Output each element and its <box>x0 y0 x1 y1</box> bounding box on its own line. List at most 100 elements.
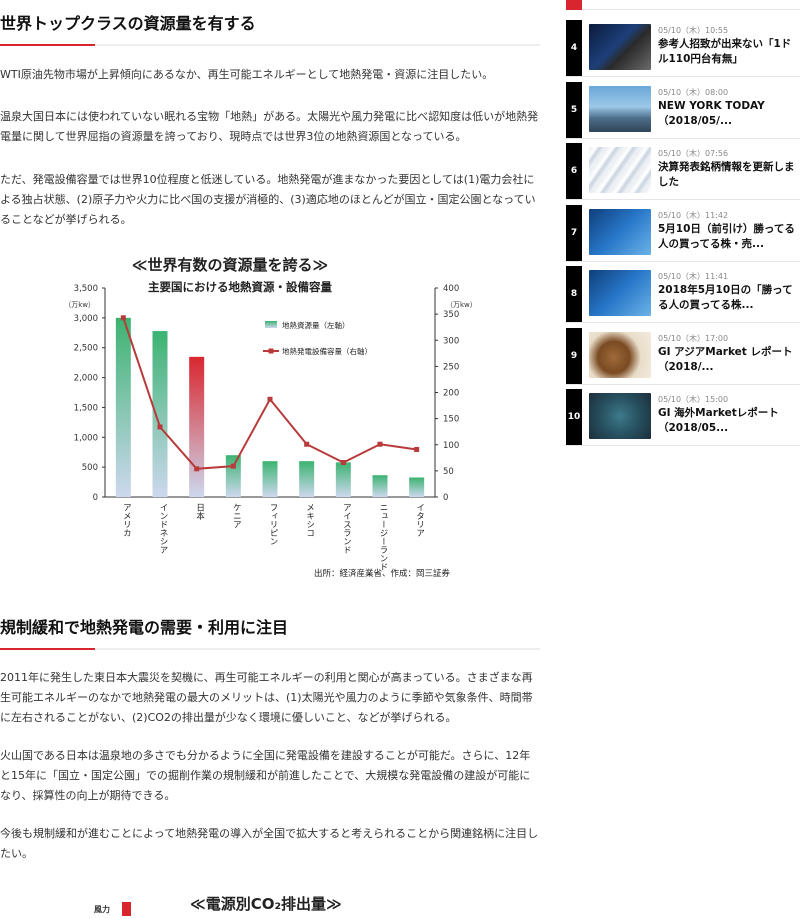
capacity-point-2 <box>194 466 200 472</box>
article-thumbnail[interactable] <box>589 393 651 439</box>
right-tick-label: 400 <box>443 284 459 294</box>
left-tick-label: 1,500 <box>74 403 98 413</box>
rank-number: 6 <box>566 143 582 199</box>
rank-number: 5 <box>566 81 582 138</box>
legend-label-capacity: 地熱発電設備容量（右軸） <box>282 346 372 356</box>
bar-2 <box>189 356 205 497</box>
bar-6 <box>335 462 351 497</box>
paragraph-earthquake: 2011年に発生した東日本大震災を契機に、再生可能エネルギーの利用と関心が高まっ… <box>0 671 533 724</box>
rank-title-link[interactable]: NEW YORK TODAY（2018/05/... <box>658 99 798 129</box>
bar-7 <box>372 475 388 497</box>
rank-date: 05/10（木）08:00 <box>658 87 729 97</box>
paragraph-outlook: 今後も規制緩和が進むことによって地熱発電の導入が全国で拡大すると考えられることか… <box>0 827 539 860</box>
right-tick-label: 150 <box>443 415 459 425</box>
left-tick-label: 2,500 <box>74 344 98 354</box>
right-tick-label: 0 <box>443 493 448 503</box>
capacity-point-6 <box>340 460 346 466</box>
right-tick-label: 350 <box>443 310 459 320</box>
bar-0 <box>115 317 131 497</box>
section-heading-resources: 世界トップクラスの資源量を有する <box>0 14 256 33</box>
rank-title-link[interactable]: 5月10日（前引け）勝ってる人の買ってる株・売... <box>658 222 798 252</box>
rank-date: 05/10（木）07:56 <box>658 149 729 158</box>
capacity-point-1 <box>157 424 163 430</box>
category-label: メキシコ <box>305 503 315 537</box>
legend-label-resource: 地熱資源量（左軸） <box>282 320 350 330</box>
rank-date: 05/10（木）11:42 <box>658 210 729 220</box>
left-tick-label: 2,000 <box>74 374 98 384</box>
heading-underline <box>0 44 540 46</box>
rank-title-link[interactable]: GI 海外Marketレポート（2018/05... <box>658 406 798 436</box>
rank-number: 9 <box>566 327 582 384</box>
category-label: ケニア <box>231 503 241 529</box>
bar-3 <box>225 455 241 497</box>
rank-date: 05/10（木）17:00 <box>658 333 729 343</box>
category-label: ニュージーランド <box>378 503 388 571</box>
left-tick-label: 3,000 <box>74 314 98 324</box>
paragraph-geothermal-treasure: 温泉大国日本には使われていない眠れる宝物「地熱」がある。太陽光や風力発電に比べ認… <box>0 110 539 143</box>
left-tick-label: 0 <box>93 493 98 503</box>
bar-4 <box>262 461 278 497</box>
legend-marker-capacity <box>268 348 274 354</box>
article-thumbnail[interactable] <box>589 270 651 316</box>
capacity-point-7 <box>377 441 383 447</box>
ranking-item[interactable]: 6 05/10（木）07:56 決算発表銘柄情報を更新しました <box>566 143 800 200</box>
rank-number: 7 <box>566 204 582 261</box>
next-figure-bar <box>122 902 131 916</box>
rank-number: 10 <box>566 389 582 445</box>
capacity-point-4 <box>267 396 273 402</box>
right-tick-label: 300 <box>443 336 459 346</box>
figure-title: ≪世界有数の資源量を誇る≫ <box>132 256 328 274</box>
rank-title-link[interactable]: 参考人招致が出来ない「1ドル110円台有無」 <box>658 37 798 67</box>
paragraph-wti: WTI原油先物市場が上昇傾向にあるなか、再生可能エネルギーとして地熱発電・資源に… <box>0 68 494 81</box>
left-tick-label: 1,000 <box>74 433 98 443</box>
article-thumbnail[interactable] <box>589 331 651 378</box>
right-axis-unit: （万kw） <box>446 301 477 309</box>
category-label: 日本 <box>195 503 205 521</box>
article-thumbnail[interactable] <box>589 85 651 132</box>
rank-title-link[interactable]: 決算発表銘柄情報を更新しました <box>658 160 798 190</box>
bar-8 <box>409 477 425 497</box>
article-thumbnail[interactable] <box>589 24 651 70</box>
legend-swatch-resource <box>265 321 277 328</box>
ranking-item[interactable]: 7 05/10（木）11:42 5月10日（前引け）勝ってる人の買ってる株・売... <box>566 204 800 262</box>
chart-source: 出所：経済産業省、作成：岡三証券 <box>314 568 451 579</box>
rank-title-link[interactable]: GI アジアMarket レポート（2018/... <box>658 345 798 375</box>
ranking-item[interactable]: 9 05/10（木）17:00 GI アジアMarket レポート（2018/... <box>566 327 800 385</box>
rank-date: 05/10（木）15:00 <box>658 395 729 404</box>
geothermal-chart: ≪世界有数の資源量を誇る≫ 主要国における地熱資源・設備容量 （万kw） （万kw） 0… <box>60 250 480 585</box>
right-tick-label: 100 <box>443 441 459 451</box>
rank-date: 05/10（木）11:41 <box>658 272 729 281</box>
category-label: アメリカ <box>121 503 131 537</box>
paragraph-capacity-low: ただ、発電設備容量では世界10位程度と低迷している。地熱発電が進まなかった要因と… <box>0 173 536 226</box>
next-figure-title: ≪電源別CO₂排出量≫ <box>190 895 342 913</box>
ranking-item[interactable]: 4 05/10（木）10:55 参考人招致が出来ない「1ドル110円台有無」 <box>566 20 800 77</box>
capacity-point-5 <box>304 441 310 447</box>
ranking-item[interactable]: 8 05/10（木）11:41 2018年5月10日の「勝ってる人の買ってる株... <box>566 266 800 323</box>
bar-5 <box>299 461 315 497</box>
chart-svg: ≪世界有数の資源量を誇る≫ 主要国における地熱資源・設備容量 （万kw） （万kw） 0… <box>64 256 477 579</box>
category-label: アイスランド <box>341 503 351 554</box>
chart-title: 主要国における地熱資源・設備容量 <box>148 280 332 294</box>
capacity-point-3 <box>230 463 236 469</box>
rank-date: 05/10（木）10:55 <box>658 26 729 35</box>
rank-title-link[interactable]: 2018年5月10日の「勝ってる人の買ってる株... <box>658 283 798 313</box>
section-heading-deregulation: 規制緩和で地熱発電の需要・利用に注目 <box>0 618 289 637</box>
rank-number: 4 <box>566 20 582 76</box>
rank-number: 8 <box>566 266 582 322</box>
left-tick-label: 500 <box>82 463 98 473</box>
ranking-item[interactable]: 5 05/10（木）08:00 NEW YORK TODAY（2018/05/... <box>566 81 800 139</box>
category-label: イタリア <box>415 503 425 537</box>
left-axis-unit: （万kw） <box>64 301 95 309</box>
capacity-point-8 <box>414 446 420 452</box>
article-thumbnail[interactable] <box>589 208 651 255</box>
article-thumbnail[interactable] <box>589 147 651 193</box>
ranking-top-marker <box>566 0 582 10</box>
ranking-item[interactable]: 10 05/10（木）15:00 GI 海外Marketレポート（2018/05..… <box>566 389 800 446</box>
heading-underline <box>0 648 540 650</box>
paragraph-volcano-country: 火山国である日本は温泉地の多さでも分かるように全国に発電設備を建設することが可能… <box>0 749 531 802</box>
left-tick-label: 3,500 <box>74 284 98 294</box>
capacity-point-0 <box>120 315 126 321</box>
right-tick-label: 250 <box>443 362 459 372</box>
right-tick-label: 200 <box>443 389 459 399</box>
category-label: インドネシア <box>158 503 168 554</box>
